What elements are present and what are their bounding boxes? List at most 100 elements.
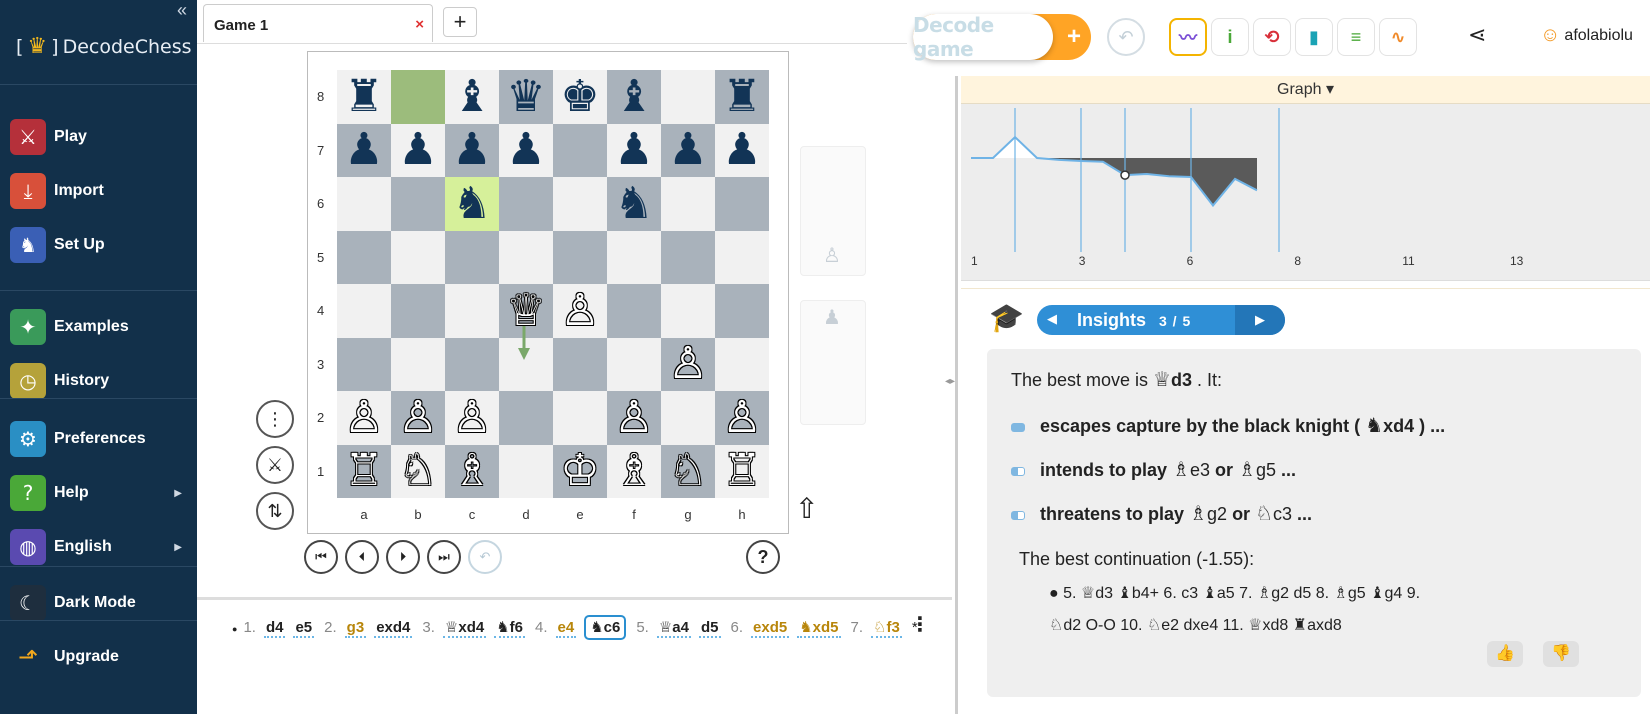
square-g4[interactable] (661, 284, 715, 338)
square-g1[interactable]: ♘ (661, 444, 715, 498)
black-knight-icon[interactable]: ♞ (452, 181, 491, 226)
move-black[interactable]: ♞c6 (584, 615, 627, 640)
square-b1[interactable]: ♘ (391, 444, 445, 498)
next-insight-button[interactable]: ▶ (1235, 305, 1285, 335)
thumbs-down-icon[interactable]: 👎 (1543, 641, 1579, 667)
sidebar-item-set-up[interactable]: ♞ Set Up (10, 226, 192, 264)
decode-game-button[interactable]: Decode game + (913, 13, 1091, 61)
close-tab-icon[interactable]: × (415, 16, 424, 33)
square-h5[interactable] (715, 230, 769, 284)
white-pawn-icon[interactable]: ♙ (614, 395, 653, 440)
moves-menu-icon[interactable]: ⋮ (910, 612, 930, 637)
square-h8[interactable]: ♜ (715, 70, 769, 124)
square-h2[interactable]: ♙ (715, 391, 769, 445)
last-move-button[interactable]: ⏭ (427, 540, 461, 574)
square-a6[interactable] (337, 177, 391, 231)
square-g8[interactable] (661, 70, 715, 124)
tool-list-button[interactable]: ≡ (1337, 18, 1375, 56)
play-vs-engine-button[interactable]: ⚔ (256, 446, 294, 484)
square-e6[interactable] (553, 177, 607, 231)
black-king-icon[interactable]: ♚ (560, 74, 599, 119)
square-c4[interactable] (445, 284, 499, 338)
move-black[interactable]: e5 (293, 619, 315, 638)
square-a4[interactable] (337, 284, 391, 338)
square-f7[interactable]: ♟ (607, 123, 661, 177)
square-c2[interactable]: ♙ (445, 391, 499, 445)
evaluation-graph[interactable]: 1 3 6 8 11 13 (961, 104, 1650, 281)
black-pawn-icon[interactable]: ♟ (398, 128, 437, 172)
square-e2[interactable] (553, 391, 607, 445)
square-d1[interactable] (499, 444, 553, 498)
black-pawn-icon[interactable]: ♟ (452, 128, 491, 172)
square-f5[interactable] (607, 230, 661, 284)
white-knight-icon[interactable]: ♘ (398, 449, 437, 493)
black-bishop-icon[interactable]: ♝ (614, 74, 653, 119)
sidebar-item-examples[interactable]: ✦ Examples (10, 308, 192, 346)
thumbs-up-icon[interactable]: 👍 (1487, 641, 1523, 667)
square-g7[interactable]: ♟ (661, 123, 715, 177)
move-white[interactable]: g3 (344, 619, 367, 638)
white-pawn-icon[interactable]: ♙ (560, 288, 599, 333)
square-g5[interactable] (661, 230, 715, 284)
square-f1[interactable]: ♗ (607, 444, 661, 498)
square-c1[interactable]: ♗ (445, 444, 499, 498)
continuation-line-2[interactable]: ♘d2 O-O 10. ♘e2 dxe4 11. ♕xd8 ♜axd8 (1049, 615, 1342, 635)
help-button[interactable]: ? (746, 540, 780, 574)
white-pawn-icon[interactable]: ♙ (344, 395, 383, 440)
reason-move[interactable]: e3 (1190, 460, 1210, 480)
reason-move[interactable]: g2 (1207, 504, 1227, 524)
reason-move[interactable]: g5 (1256, 460, 1276, 480)
white-knight-icon[interactable]: ♘ (668, 449, 707, 493)
white-rook-icon[interactable]: ♖ (722, 449, 761, 493)
tool-graph-button[interactable]: 〰 (1169, 18, 1207, 56)
square-d5[interactable] (499, 230, 553, 284)
square-h4[interactable] (715, 284, 769, 338)
square-g2[interactable] (661, 391, 715, 445)
move-black[interactable]: ♞f6 (494, 619, 525, 638)
square-c5[interactable] (445, 230, 499, 284)
moves-divider[interactable] (197, 597, 952, 600)
black-pawn-icon[interactable]: ♟ (722, 128, 761, 172)
square-h1[interactable]: ♖ (715, 444, 769, 498)
best-move[interactable]: d3 (1171, 370, 1192, 390)
black-knight-icon[interactable]: ♞ (614, 181, 653, 226)
move-white[interactable]: d4 (263, 619, 286, 638)
reason-move[interactable]: xd4 (1383, 416, 1414, 436)
move-white[interactable]: ♘f3 (871, 619, 902, 638)
square-b8[interactable] (391, 70, 445, 124)
square-g6[interactable] (661, 177, 715, 231)
sidebar-item-english[interactable]: ◍ English ▶ (10, 528, 192, 566)
square-f3[interactable] (607, 337, 661, 391)
white-pawn-icon[interactable]: ♙ (722, 395, 761, 440)
collapse-sidebar-icon[interactable]: « (177, 0, 187, 21)
back-button[interactable]: ↶ (1107, 18, 1145, 56)
black-rook-icon[interactable]: ♜ (722, 74, 761, 119)
splitter-handle-icon[interactable]: ◂▸ (945, 376, 955, 387)
sidebar-item-preferences[interactable]: ⚙ Preferences (10, 420, 192, 458)
chessboard[interactable]: ♜ ♝ ♛ ♚ ♝ ♜ ♟ ♟ ♟ ♟ ♟ ♟ ♟ ♞ ♞ ♕ ♙ ♙ ♙ ♙ ♙ ♙ ♙ ♖ ♘ ♗ ♔ ♗ ♘ ♖ (337, 70, 769, 498)
square-e3[interactable] (553, 337, 607, 391)
tool-info-button[interactable]: i (1211, 18, 1249, 56)
decode-game-label[interactable]: Decode game (913, 13, 1053, 61)
prev-move-button[interactable]: ⏴ (345, 540, 379, 574)
black-pawn-icon[interactable]: ♟ (506, 128, 545, 172)
sidebar-item-play[interactable]: ⚔ Play (10, 118, 192, 156)
graph-dropdown[interactable]: Graph ▾ (961, 76, 1650, 104)
sidebar-item-history[interactable]: ◷ History (10, 362, 192, 400)
square-b5[interactable] (391, 230, 445, 284)
flip-board-button[interactable]: ⇅ (256, 492, 294, 530)
square-a3[interactable] (337, 337, 391, 391)
panel-splitter[interactable] (955, 76, 958, 714)
white-bishop-icon[interactable]: ♗ (452, 449, 491, 493)
square-d8[interactable]: ♛ (499, 70, 553, 124)
square-e1[interactable]: ♔ (553, 444, 607, 498)
square-g3[interactable]: ♙ (661, 337, 715, 391)
logo[interactable]: [ ♛ ] DecodeChess (16, 34, 192, 59)
square-e5[interactable] (553, 230, 607, 284)
first-move-button[interactable]: ⏮ (304, 540, 338, 574)
sidebar-item-help[interactable]: ? Help ▶ (10, 474, 192, 512)
white-pawn-icon[interactable]: ♙ (452, 395, 491, 440)
move-white[interactable]: exd5 (751, 619, 790, 638)
square-h7[interactable]: ♟ (715, 123, 769, 177)
square-a1[interactable]: ♖ (337, 444, 391, 498)
